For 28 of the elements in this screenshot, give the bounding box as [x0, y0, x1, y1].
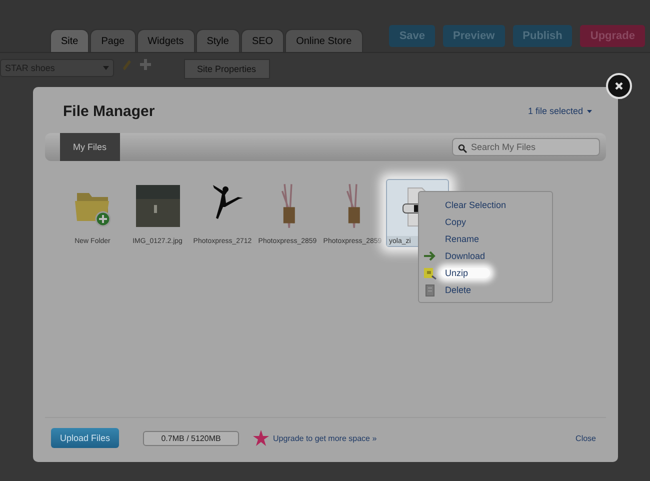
trash-icon	[423, 282, 437, 296]
search-field[interactable]: Search My Files	[452, 138, 600, 156]
plus-icon[interactable]	[140, 59, 151, 70]
upload-button[interactable]: Upload Files	[51, 428, 120, 448]
dialog-title: File Manager	[63, 102, 155, 120]
upgrade-link[interactable]: Upgrade to get more space »	[273, 434, 377, 442]
caret-icon	[103, 66, 109, 70]
pencil-icon[interactable]	[122, 59, 132, 71]
arrow-icon	[423, 248, 437, 262]
caret-icon	[587, 110, 592, 112]
photo-placeholder	[134, 183, 182, 229]
tab[interactable]: Widgets	[136, 29, 195, 52]
tab[interactable]: Page	[90, 29, 136, 52]
menu-item[interactable]: Download	[419, 247, 552, 264]
zip-box-icon	[423, 266, 437, 280]
menu-item[interactable]: Unzip	[419, 264, 552, 281]
close-link[interactable]: Close	[576, 434, 596, 442]
tab[interactable]: SEO	[240, 29, 284, 52]
my-files-tab[interactable]: My Files	[60, 133, 120, 161]
star-icon	[253, 430, 270, 446]
menu-item[interactable]: Delete	[419, 281, 552, 298]
selection-dropdown[interactable]: 1 file selected	[528, 106, 592, 116]
tab[interactable]: Site	[50, 29, 90, 52]
sketch-drawing	[346, 183, 360, 229]
sketch-drawing	[280, 183, 294, 229]
storage-usage: 0.7MB / 5120MB	[143, 430, 240, 446]
tab[interactable]: Style	[196, 29, 240, 52]
tab[interactable]: Online Store	[285, 29, 363, 52]
